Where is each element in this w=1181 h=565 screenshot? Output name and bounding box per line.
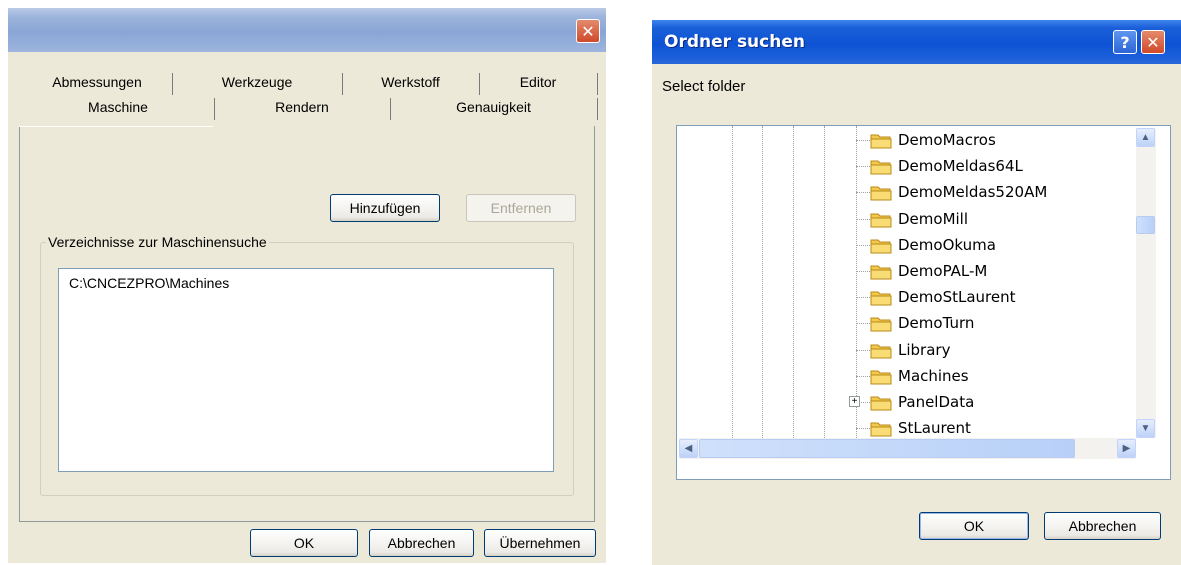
close-icon[interactable]: ✕ (576, 19, 600, 43)
horizontal-scrollbar[interactable]: ◀ ▶ (679, 438, 1136, 459)
tree-guide-line (732, 126, 733, 458)
tree-branch-line (856, 140, 870, 141)
tree-branch-line (856, 271, 870, 272)
dialog-title: Ordner suchen (664, 32, 805, 52)
tree-item-stlaurent[interactable]: StLaurent (898, 419, 971, 437)
tab-abmessungen[interactable]: Abmessungen (22, 69, 172, 95)
tab-werkstoff[interactable]: Werkstoff (342, 69, 479, 95)
tree-guide-line (856, 126, 857, 458)
tab-maschine[interactable]: Maschine (22, 94, 214, 120)
list-item[interactable]: C:\CNCEZPRO\Machines (69, 275, 229, 291)
properties-dialog: ✕ Abmessungen Werkzeuge Werkstoff Editor Ma… (8, 8, 606, 563)
folder-icon (870, 263, 892, 280)
tree-item-demomill[interactable]: DemoMill (898, 210, 968, 228)
folder-icon (870, 211, 892, 228)
tab-panel-topline (19, 126, 213, 127)
tree-branch-line (856, 218, 870, 220)
folder-icon (870, 237, 892, 254)
tree-branch-line (856, 166, 870, 168)
tree-branch-line (856, 192, 870, 194)
folder-tree[interactable]: DemoMacros DemoMeldas64L DemoMeldas520AM De… (676, 125, 1171, 480)
tree-item-demomeldas520am[interactable]: DemoMeldas520AM (898, 183, 1047, 201)
scroll-left-icon[interactable]: ◀ (679, 439, 698, 458)
ok-button[interactable]: OK (919, 512, 1029, 540)
tree-item-demomeldas64l[interactable]: DemoMeldas64L (898, 157, 1023, 175)
cancel-button[interactable]: Abbrechen (1044, 512, 1161, 540)
group-label: Verzeichnisse zur Maschinensuche (46, 234, 269, 250)
folder-icon (870, 315, 892, 332)
tree-guide-line (824, 126, 825, 458)
tab-rendern[interactable]: Rendern (214, 94, 390, 120)
scroll-right-icon[interactable]: ▶ (1117, 439, 1136, 458)
folder-icon (870, 132, 892, 149)
ok-button[interactable]: OK (250, 529, 358, 557)
vertical-scroll-thumb[interactable] (1136, 216, 1155, 234)
tree-item-library[interactable]: Library (898, 341, 950, 359)
tree-item-demoturn[interactable]: DemoTurn (898, 314, 974, 332)
vertical-scrollbar[interactable]: ▲ ▼ (1136, 128, 1156, 438)
folder-icon (870, 342, 892, 359)
tree-item-demookuma[interactable]: DemoOkuma (898, 236, 996, 254)
tree-item-demomacros[interactable]: DemoMacros (898, 131, 996, 149)
prompt-text: Select folder (662, 78, 746, 95)
browse-folder-titlebar[interactable]: Ordner suchen ? ✕ (652, 20, 1181, 64)
add-button[interactable]: Hinzufügen (330, 194, 440, 222)
folder-icon (870, 289, 892, 306)
tree-branch-line (856, 428, 870, 430)
close-icon[interactable]: ✕ (1141, 30, 1165, 54)
tree-guide-line (793, 126, 794, 458)
tree-item-demostlaurent[interactable]: DemoStLaurent (898, 288, 1015, 306)
apply-button[interactable]: Übernehmen (484, 529, 596, 557)
tab-genauigkeit[interactable]: Genauigkeit (390, 94, 597, 120)
folder-icon (870, 184, 892, 201)
tab-editor[interactable]: Editor (479, 69, 597, 95)
scroll-down-icon[interactable]: ▼ (1136, 419, 1155, 438)
expand-plus-icon[interactable]: + (849, 396, 860, 407)
folder-icon (870, 420, 892, 437)
folder-icon (870, 158, 892, 175)
tree-branch-line (856, 244, 870, 246)
properties-dialog-titlebar[interactable]: ✕ (8, 8, 606, 52)
tab-divider (597, 73, 598, 95)
tab-divider (597, 98, 598, 120)
tree-item-paneldata[interactable]: PanelData (898, 393, 974, 411)
tree-branch-line (856, 297, 870, 299)
open-folder-icon (870, 368, 892, 385)
tree-branch-line (856, 323, 870, 325)
cancel-button[interactable]: Abbrechen (369, 529, 474, 557)
tab-werkzeuge[interactable]: Werkzeuge (172, 69, 342, 95)
folder-icon (870, 394, 892, 411)
tree-branch-line (856, 375, 870, 377)
directory-list[interactable]: C:\CNCEZPRO\Machines (58, 268, 554, 472)
horizontal-scroll-thumb[interactable] (699, 439, 1075, 458)
remove-button[interactable]: Entfernen (466, 194, 576, 222)
tree-guide-line (762, 126, 763, 458)
tree-item-machines[interactable]: Machines (898, 367, 969, 385)
browse-folder-dialog: Ordner suchen ? ✕ Select folder DemoMacr… (652, 20, 1181, 565)
scroll-up-icon[interactable]: ▲ (1136, 128, 1155, 147)
tree-branch-line (856, 349, 870, 351)
help-icon[interactable]: ? (1113, 30, 1137, 54)
tree-item-demopal-m[interactable]: DemoPAL-M (898, 262, 987, 280)
